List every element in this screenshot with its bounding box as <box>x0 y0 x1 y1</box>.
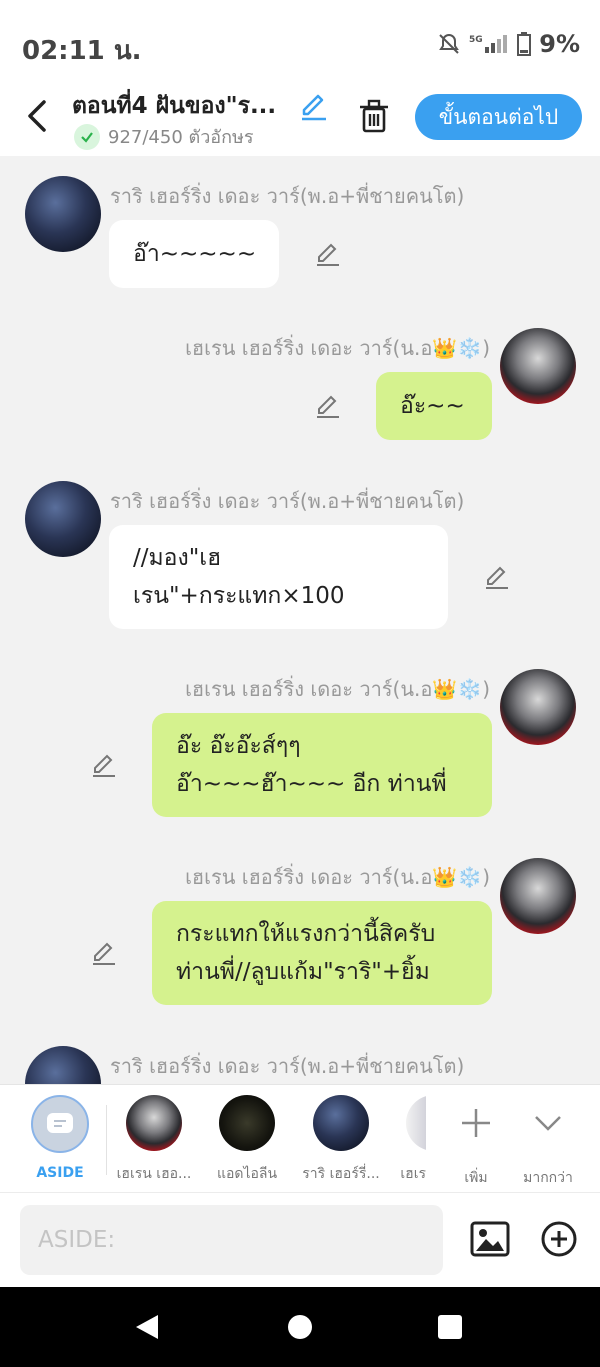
status-bar: 02:11 น. 5G 9% <box>0 0 600 80</box>
edit-message-pencil-icon[interactable] <box>90 939 118 967</box>
plus-icon <box>462 1109 490 1137</box>
avatar-rari[interactable] <box>25 176 101 252</box>
divider <box>106 1105 107 1175</box>
aside-icon <box>31 1095 89 1153</box>
message-bubble[interactable]: อ๊ะ อ๊ะอ๊ะส์ๆๆ อ๊า~~~ฮ๊า~~~ อีก ท่านพี่ <box>152 713 492 817</box>
avatar-heren[interactable] <box>500 669 576 745</box>
character-label: เฮเรน เฮอ... <box>116 1166 192 1182</box>
system-nav-bar <box>0 1287 600 1367</box>
message-bubble[interactable]: กระแทกให้แรงกว่านี้สิครับ ท่านพี่//ลูบแก… <box>152 901 492 1005</box>
more-label: มากกว่า <box>523 1170 573 1186</box>
avatar <box>406 1095 426 1151</box>
edit-message-pencil-icon[interactable] <box>483 563 511 591</box>
character-heren-partial[interactable]: เฮเร <box>380 1095 426 1185</box>
edit-message-pencil-icon[interactable] <box>314 240 342 268</box>
message-line: กระแทกให้แรงกว่านี้สิครับ <box>176 921 436 947</box>
message-line: เรน"+กระแทก×100 <box>133 583 345 609</box>
character-rari[interactable]: ราริ เฮอร์รี่... <box>296 1095 386 1185</box>
back-arrow-icon[interactable] <box>20 96 56 136</box>
nav-back-icon[interactable] <box>134 1313 162 1341</box>
check-icon <box>74 123 100 150</box>
battery-icon <box>517 32 532 56</box>
message-line: อ๊ะ อ๊ะอ๊ะส์ๆๆ <box>176 733 301 759</box>
message-line: อ๊า~~~~~ <box>133 241 257 267</box>
avatar-heren[interactable] <box>500 858 576 934</box>
char-count: 927/450 ตัวอักษร <box>108 127 254 148</box>
character-heren[interactable]: เฮเรน เฮอ... <box>109 1095 199 1185</box>
character-label: เฮเร <box>400 1166 426 1182</box>
nav-home-icon[interactable] <box>288 1315 312 1339</box>
chat-area[interactable]: ราริ เฮอร์ริ่ง เดอะ วาร์(พ.อ+พี่ชายคนโต)… <box>0 156 600 1084</box>
more-characters-button[interactable]: มากกว่า <box>503 1095 593 1189</box>
svg-text:5G: 5G <box>469 35 483 45</box>
episode-title: ตอนที่4 ฝันของ"ร... <box>72 93 277 119</box>
edit-message-pencil-icon[interactable] <box>90 751 118 779</box>
edit-message-pencil-icon[interactable] <box>314 392 342 420</box>
message-sender: ราริ เฮอร์ริ่ง เดอะ วาร์(พ.อ+พี่ชายคนโต) <box>110 1054 465 1078</box>
avatar-rari[interactable] <box>25 1046 101 1084</box>
edit-title-pencil-icon[interactable] <box>298 90 330 122</box>
message-bubble[interactable]: //มอง"เฮ เรน"+กระแทก×100 <box>109 525 448 629</box>
bell-off-icon <box>439 33 460 54</box>
message-line: อ๊า~~~ฮ๊า~~~ อีก ท่านพี่ <box>176 771 447 797</box>
message-sender: เฮเรน เฮอร์ริ่ง เดอะ วาร์(น.อ👑❄️) <box>185 336 490 360</box>
message-line: อ๊ะ~~ <box>400 393 465 419</box>
message-line: //มอง"เฮ <box>133 545 222 571</box>
message-sender: ราริ เฮอร์ริ่ง เดอะ วาร์(พ.อ+พี่ชายคนโต) <box>110 489 465 513</box>
next-step-button[interactable]: ขั้นตอนต่อไป <box>415 94 582 140</box>
message-sender: เฮเรน เฮอร์ริ่ง เดอะ วาร์(น.อ👑❄️) <box>185 677 490 701</box>
image-icon[interactable] <box>470 1219 510 1259</box>
character-label: ราริ เฮอร์รี่... <box>302 1166 380 1182</box>
character-label: ASIDE <box>36 1165 84 1181</box>
avatar <box>126 1095 182 1151</box>
character-admin-eileen[interactable]: แอดไอลีน <box>202 1095 292 1185</box>
message-sender: เฮเรน เฮอร์ริ่ง เดอะ วาร์(น.อ👑❄️) <box>185 865 490 889</box>
status-time: 02:11 น. <box>22 36 142 66</box>
trash-icon[interactable] <box>356 98 392 134</box>
message-bubble[interactable]: อ๊ะ~~ <box>376 372 492 440</box>
input-bar <box>0 1192 600 1287</box>
nav-recents-icon[interactable] <box>438 1315 462 1339</box>
message-line: ท่านพี่//ลูบแก้ม"ราริ"+ยิ้ม <box>176 959 430 985</box>
message-bubble[interactable]: อ๊า~~~~~ <box>109 220 279 288</box>
avatar-heren[interactable] <box>500 328 576 404</box>
add-circle-icon[interactable] <box>540 1220 578 1258</box>
avatar <box>219 1095 275 1151</box>
char-count-line: 927/450 ตัวอักษร <box>74 122 254 151</box>
character-selector: ASIDE เฮเรน เฮอ... แอดไอลีน ราริ เฮอร์รี… <box>0 1084 600 1192</box>
avatar-rari[interactable] <box>25 481 101 557</box>
character-aside[interactable]: ASIDE <box>15 1095 105 1181</box>
message-sender: ราริ เฮอร์ริ่ง เดอะ วาร์(พ.อ+พี่ชายคนโต) <box>110 184 465 208</box>
signal-icon: 5G <box>469 35 508 53</box>
chevron-down-icon <box>535 1116 561 1131</box>
status-icons: 5G 9% <box>437 30 580 58</box>
avatar <box>313 1095 369 1151</box>
character-label: แอดไอลีน <box>216 1166 278 1182</box>
message-input[interactable] <box>20 1205 443 1275</box>
editor-header: ตอนที่4 ฝันของ"ร... 927/450 ตัวอักษร ขั้… <box>0 80 600 156</box>
battery-percent: 9% <box>539 30 580 58</box>
